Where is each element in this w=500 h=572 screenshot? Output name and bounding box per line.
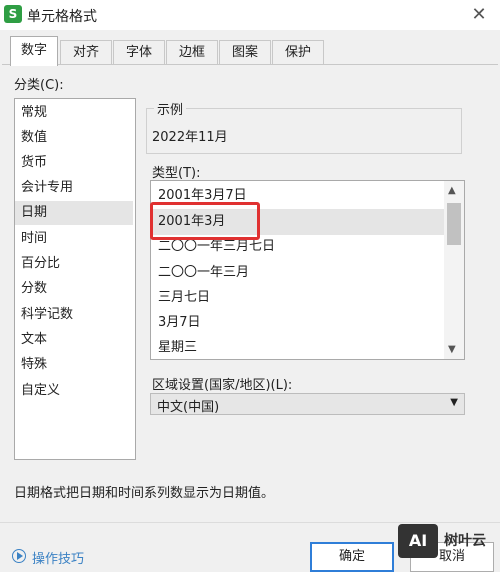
type-item[interactable]: 星期三 (151, 335, 444, 359)
tips-link[interactable]: 操作技巧 (32, 548, 84, 567)
chevron-down-icon[interactable]: ▼ (448, 344, 456, 355)
watermark-text: 树叶云 (444, 533, 486, 549)
type-item[interactable]: 三月七日 (151, 285, 444, 311)
category-item-accounting[interactable]: 会计专用 (15, 176, 133, 200)
type-item[interactable]: 二〇〇一年三月 (151, 260, 444, 286)
close-icon[interactable]: ✕ (468, 4, 490, 26)
play-tips-icon[interactable] (12, 549, 26, 563)
category-item-percentage[interactable]: 百分比 (15, 252, 133, 276)
category-label: 分类(C): (14, 78, 64, 93)
chevron-up-icon[interactable]: ▲ (448, 185, 456, 196)
category-item-currency[interactable]: 货币 (15, 151, 133, 175)
sample-label: 示例 (154, 99, 187, 118)
locale-select[interactable]: 中文(中国) ▼ (150, 393, 465, 415)
watermark-logo: AI (398, 524, 438, 558)
tab-protection[interactable]: 保护 (272, 40, 324, 64)
title-bar: S 单元格格式 ✕ (0, 0, 500, 30)
category-item-general[interactable]: 常规 (15, 101, 133, 125)
scrollbar-thumb[interactable] (447, 203, 461, 245)
category-item-scientific[interactable]: 科学记数 (15, 303, 133, 327)
category-item-date[interactable]: 日期 (15, 201, 133, 225)
category-item-special[interactable]: 特殊 (15, 353, 133, 377)
dialog-title: 单元格格式 (27, 9, 97, 25)
format-description: 日期格式把日期和时间系列数显示为日期值。 (14, 486, 275, 501)
tab-number[interactable]: 数字 (10, 36, 58, 66)
category-item-time[interactable]: 时间 (15, 227, 133, 251)
category-item-number[interactable]: 数值 (15, 126, 133, 150)
tab-alignment[interactable]: 对齐 (60, 40, 112, 64)
tab-font[interactable]: 字体 (113, 40, 165, 64)
type-list-scrollbar[interactable]: ▲ ▼ (444, 181, 464, 359)
category-list[interactable]: 常规 数值 货币 会计专用 日期 时间 百分比 分数 科学记数 文本 特殊 自定… (14, 98, 136, 460)
locale-label: 区域设置(国家/地区)(L): (152, 378, 293, 393)
locale-value: 中文(中国) (157, 400, 220, 415)
tab-pattern[interactable]: 图案 (219, 40, 271, 64)
tab-divider (2, 64, 498, 65)
category-item-text[interactable]: 文本 (15, 328, 133, 352)
dropdown-arrow-icon: ▼ (450, 397, 458, 408)
app-logo-icon: S (4, 5, 22, 23)
sample-value: 2022年11月 (152, 130, 228, 145)
tab-border[interactable]: 边框 (166, 40, 218, 64)
watermark: AI 树叶云 (398, 522, 500, 568)
type-item[interactable]: 3月7日 (151, 310, 444, 336)
category-item-custom[interactable]: 自定义 (15, 379, 133, 403)
type-label: 类型(T): (152, 166, 201, 181)
category-item-fraction[interactable]: 分数 (15, 277, 133, 301)
red-highlight-box (150, 202, 260, 240)
